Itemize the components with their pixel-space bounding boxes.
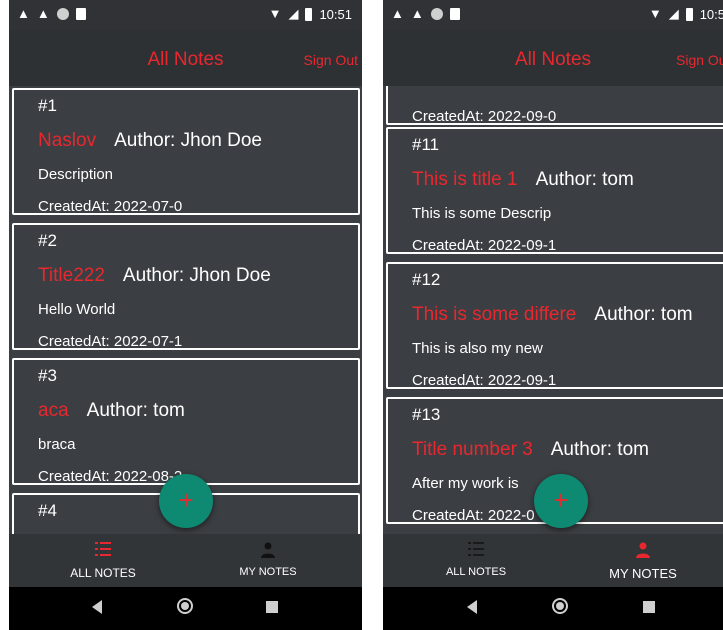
wifi-icon: ▼ [648, 6, 662, 21]
status-time: 10:5 [699, 6, 723, 22]
note-title: Title222 [38, 265, 105, 286]
note-description: Description [38, 166, 114, 183]
bottom-navigation: ALL NOTES MY NOTES [383, 534, 723, 587]
warning-icon: ▲ [410, 6, 424, 21]
note-title: Title number 3 [412, 439, 533, 460]
note-description: braca [38, 436, 76, 453]
add-note-button[interactable]: + [534, 474, 588, 528]
note-created-at: CreatedAt: 2022-09-1 [412, 237, 557, 254]
recent-apps-icon[interactable] [266, 601, 278, 613]
person-icon [261, 542, 275, 558]
nav-my-notes[interactable]: MY NOTES [193, 534, 343, 587]
note-card[interactable]: #2 Title222 Author: Jhon Doe Hello World … [12, 223, 360, 350]
note-created-at: CreatedAt: 2022-0 [412, 507, 535, 524]
note-author: Author: tom [535, 169, 634, 190]
home-icon[interactable] [552, 598, 568, 614]
battery-icon [305, 7, 313, 21]
battery-icon [685, 7, 693, 21]
notes-list[interactable]: #1 Naslov Author: Jhon Doe Description Cr… [9, 86, 362, 534]
sd-card-icon [75, 8, 86, 20]
nav-my-notes[interactable]: MY NOTES [568, 534, 718, 587]
note-number: #13 [412, 405, 441, 424]
signal-icon: ◢ [668, 6, 679, 21]
nav-label: MY NOTES [609, 566, 677, 581]
notes-list[interactable]: CreatedAt: 2022-09-0 #11 This is title 1… [383, 86, 723, 534]
note-author: Author: tom [550, 439, 649, 460]
note-number: #2 [38, 231, 57, 250]
system-navigation-bar [383, 587, 723, 630]
note-author: Author: tom [86, 400, 185, 421]
circle-icon [56, 8, 69, 20]
note-card[interactable]: #11 This is title 1 Author: tom This is s… [386, 127, 723, 254]
note-created-at: CreatedAt: 2022-09-0 [412, 108, 557, 125]
app-bar: All Notes Sign Ou [383, 30, 723, 86]
signal-icon: ◢ [288, 6, 299, 21]
nav-label: ALL NOTES [445, 566, 507, 578]
warning-icon: ▲ [36, 6, 50, 21]
note-card[interactable]: #12 This is some differe Author: tom This… [386, 262, 723, 389]
note-card[interactable]: #1 Naslov Author: Jhon Doe Description Cr… [12, 88, 360, 215]
wifi-icon: ▼ [268, 6, 282, 21]
recent-apps-icon[interactable] [643, 601, 655, 613]
back-icon[interactable] [467, 600, 477, 614]
note-number: #11 [412, 135, 440, 154]
note-title: Naslov [38, 130, 97, 151]
page-title: All Notes [514, 49, 592, 70]
nav-all-notes[interactable]: ALL NOTES [401, 534, 551, 587]
nav-label: MY NOTES [239, 566, 297, 578]
note-created-at: CreatedAt: 2022-07-1 [38, 333, 183, 350]
warning-icon: ▲ [17, 6, 30, 21]
note-title: aca [38, 400, 69, 421]
app-bar: All Notes Sign Out [9, 30, 362, 86]
list-icon [95, 542, 111, 556]
note-number: #4 [38, 501, 57, 520]
status-bar: ▲ ▲ ▼ ◢ 10:51 [9, 0, 362, 30]
note-created-at: CreatedAt: 2022-08-2 [38, 468, 183, 485]
note-description: This is also my new [412, 340, 543, 357]
add-note-button[interactable]: + [159, 474, 213, 528]
sign-out-button[interactable]: Sign Ou [676, 52, 723, 68]
status-time: 10:51 [319, 6, 352, 22]
note-author: Author: Jhon Doe [114, 130, 262, 151]
note-description: This is some Descrip [412, 205, 552, 222]
note-author: Author: tom [594, 304, 693, 325]
note-number: #1 [38, 96, 57, 115]
note-created-at: CreatedAt: 2022-07-0 [38, 198, 183, 215]
warning-icon: ▲ [391, 6, 404, 21]
nav-all-notes[interactable]: ALL NOTES [28, 534, 178, 587]
back-icon[interactable] [92, 600, 102, 614]
note-card[interactable]: #3 aca Author: tom braca CreatedAt: 2022-… [12, 358, 360, 485]
note-description: Hello World [38, 301, 116, 318]
circle-icon [430, 8, 443, 20]
note-title: This is title 1 [412, 169, 518, 190]
status-bar: ▲ ▲ ▼ ◢ 10:5 [383, 0, 723, 30]
phone-screen-all-notes: ▲ ▲ ▼ ◢ 10:51 All Notes Sign Out #1 Nasl… [9, 0, 362, 630]
sign-out-button[interactable]: Sign Out [304, 52, 358, 68]
person-icon [636, 542, 650, 558]
phone-screen-my-notes: ▲ ▲ ▼ ◢ 10:5 All Notes Sign Ou CreatedAt… [383, 0, 723, 630]
bottom-navigation: ALL NOTES MY NOTES [9, 534, 362, 587]
note-title: This is some differe [412, 304, 577, 325]
sd-card-icon [449, 8, 460, 20]
note-created-at: CreatedAt: 2022-09-1 [412, 372, 557, 389]
system-navigation-bar [9, 587, 362, 630]
note-number: #3 [38, 366, 57, 385]
home-icon[interactable] [177, 598, 193, 614]
note-description: After my work is [412, 475, 519, 492]
list-icon [468, 542, 484, 556]
note-number: #12 [412, 270, 441, 289]
note-author: Author: Jhon Doe [122, 265, 271, 286]
note-card[interactable]: CreatedAt: 2022-09-0 [386, 86, 723, 125]
nav-label: ALL NOTES [70, 566, 136, 580]
